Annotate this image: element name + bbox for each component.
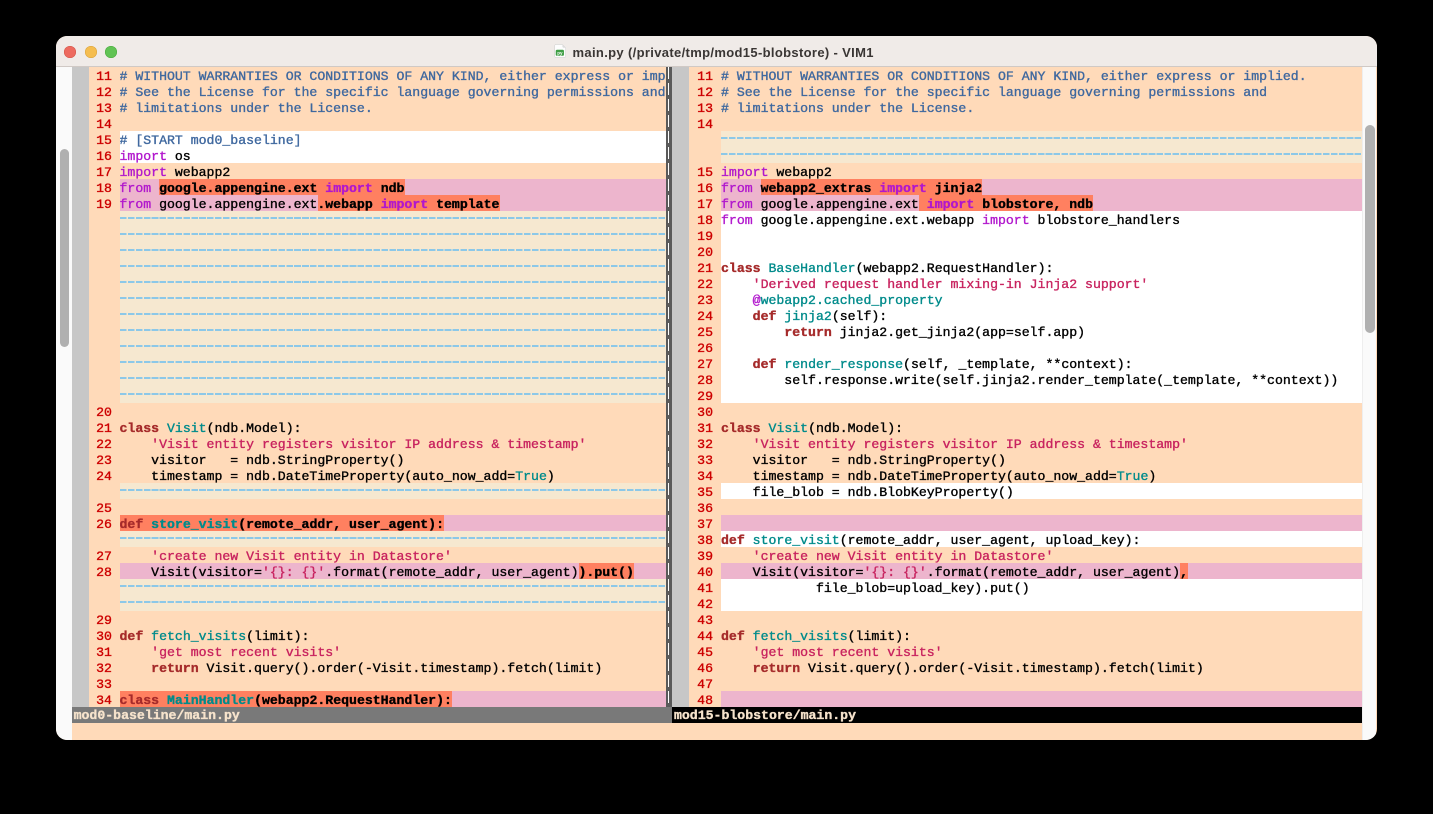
svg-text:py: py — [557, 50, 563, 55]
